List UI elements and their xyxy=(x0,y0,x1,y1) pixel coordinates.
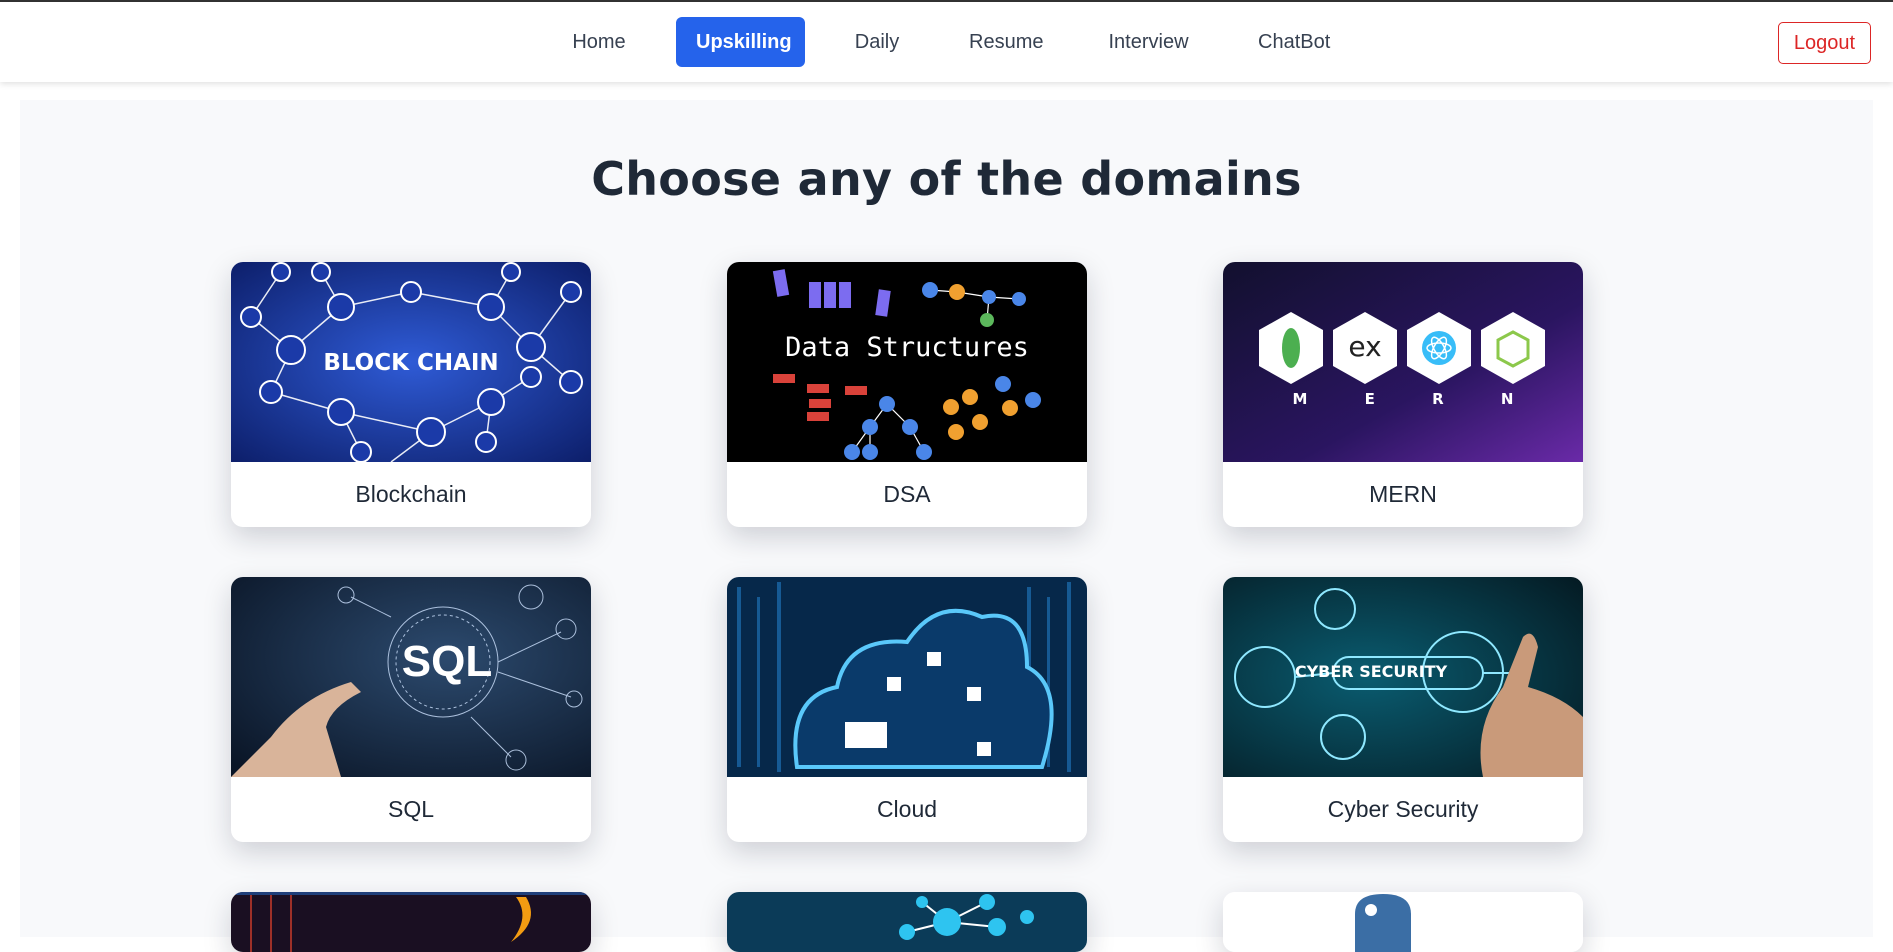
domain-card-mern[interactable]: ex M E R N MERN xyxy=(1223,262,1583,527)
partial-card-image xyxy=(231,892,591,952)
main-content: Choose any of the domains BLOCK CHAIN Bl… xyxy=(20,100,1873,952)
dsa-image-text: Data Structures xyxy=(785,332,1029,363)
mern-image-text: M E R N xyxy=(1292,390,1514,408)
partial-card-image xyxy=(1223,892,1583,952)
page-title: Choose any of the domains xyxy=(591,152,1302,206)
blockchain-image: BLOCK CHAIN xyxy=(231,262,591,462)
card-label: DSA xyxy=(883,481,931,507)
domain-card-partial-3[interactable] xyxy=(1223,892,1583,952)
svg-text:ex: ex xyxy=(1348,330,1381,363)
nav-home[interactable]: Home xyxy=(551,17,647,67)
card-label: Cyber Security xyxy=(1327,796,1479,822)
card-label: MERN xyxy=(1369,481,1437,507)
dsa-image: Data Structures xyxy=(727,262,1087,462)
domain-card-sql[interactable]: SQL SQL xyxy=(231,577,591,842)
nav-interview[interactable]: Interview xyxy=(1088,17,1209,67)
domain-card-cloud[interactable]: Cloud xyxy=(727,577,1087,842)
domain-card-dsa[interactable]: Data Structures DSA xyxy=(727,262,1087,527)
domain-card-partial-1[interactable] xyxy=(231,892,591,952)
card-label: Blockchain xyxy=(355,481,467,507)
sql-image: SQL xyxy=(231,577,591,777)
cyber-security-image-text: CYBER SECURITY xyxy=(1294,662,1448,681)
card-label: SQL xyxy=(387,796,435,822)
domain-card-blockchain[interactable]: BLOCK CHAIN Blockchain xyxy=(231,262,591,527)
nav-chatbot[interactable]: ChatBot xyxy=(1238,17,1349,67)
domain-card-partial-2[interactable] xyxy=(727,892,1087,952)
partial-card-image xyxy=(727,892,1087,952)
mern-image: ex M E R N xyxy=(1223,262,1583,462)
domain-card-cyber-security[interactable]: CYBER SECURITY Cyber Security xyxy=(1223,577,1583,842)
nav-resume[interactable]: Resume xyxy=(949,17,1058,67)
navbar: Home Upskilling Daily Resume Interview C… xyxy=(0,2,1893,82)
blockchain-image-text: BLOCK CHAIN xyxy=(323,350,499,376)
nav-upskilling[interactable]: Upskilling xyxy=(676,17,805,67)
nav-links: Home Upskilling Daily Resume Interview C… xyxy=(0,2,1893,82)
logout-button[interactable]: Logout xyxy=(1777,22,1871,64)
sql-image-text: SQL xyxy=(401,637,493,686)
card-label: Cloud xyxy=(876,796,938,822)
cloud-image xyxy=(727,577,1087,777)
nav-daily[interactable]: Daily xyxy=(834,17,920,67)
cyber-security-image: CYBER SECURITY xyxy=(1223,577,1583,777)
